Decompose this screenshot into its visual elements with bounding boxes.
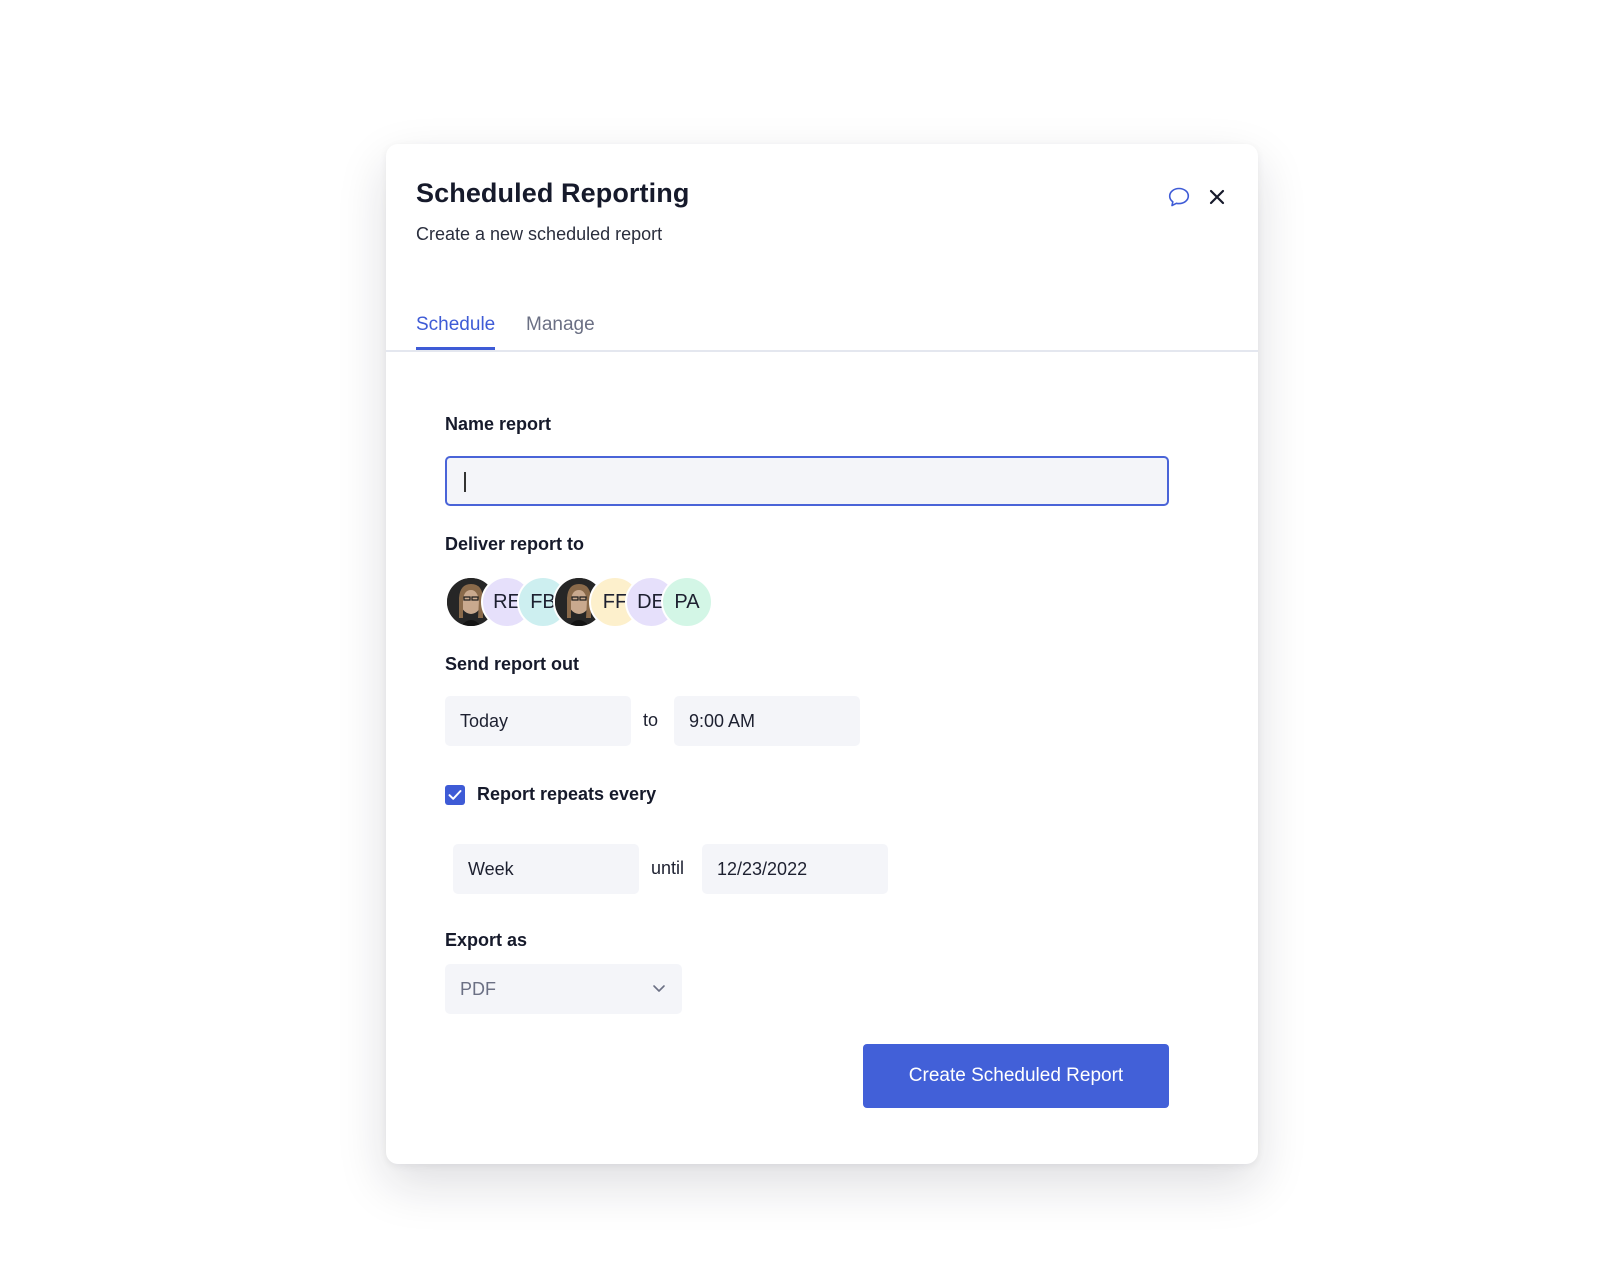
export-as-label: Export as bbox=[445, 930, 528, 950]
send-connector-text: to bbox=[643, 710, 659, 730]
text-caret bbox=[464, 472, 466, 492]
name-report-input[interactable] bbox=[445, 456, 1169, 506]
tab-schedule[interactable]: Schedule bbox=[416, 314, 496, 350]
chevron-down-icon bbox=[653, 985, 665, 992]
avatar-initials: FB bbox=[530, 590, 556, 613]
repeat-label: Report repeats every bbox=[477, 784, 657, 804]
send-report-label: Send report out bbox=[445, 654, 579, 674]
tab-bar: Schedule Manage bbox=[386, 304, 1258, 352]
export-format-value: PDF bbox=[460, 978, 496, 999]
chat-bubble-icon[interactable] bbox=[1166, 184, 1192, 210]
avatar-initials: FF bbox=[602, 590, 628, 613]
deliver-report-label: Deliver report to bbox=[445, 534, 585, 554]
avatar[interactable]: PA bbox=[661, 576, 713, 628]
dialog-title: Scheduled Reporting bbox=[416, 178, 690, 208]
name-report-label: Name report bbox=[445, 414, 552, 434]
dialog-subtitle: Create a new scheduled report bbox=[416, 224, 663, 244]
repeat-checkbox[interactable] bbox=[445, 785, 465, 805]
scheduled-reporting-dialog: Scheduled Reporting Create a new schedul… bbox=[386, 144, 1258, 1164]
repeat-until-field[interactable]: 12/23/2022 bbox=[702, 844, 888, 894]
tab-manage[interactable]: Manage bbox=[526, 314, 595, 336]
avatar-initials: PA bbox=[674, 590, 700, 613]
send-time-field[interactable]: 9:00 AM bbox=[674, 696, 860, 746]
create-scheduled-report-button[interactable]: Create Scheduled Report bbox=[863, 1044, 1169, 1108]
export-format-select[interactable]: PDF bbox=[445, 964, 682, 1014]
close-icon[interactable] bbox=[1204, 184, 1230, 210]
send-day-field[interactable]: Today bbox=[445, 696, 631, 746]
repeat-connector-text: until bbox=[651, 858, 685, 878]
repeat-interval-field[interactable]: Week bbox=[453, 844, 639, 894]
